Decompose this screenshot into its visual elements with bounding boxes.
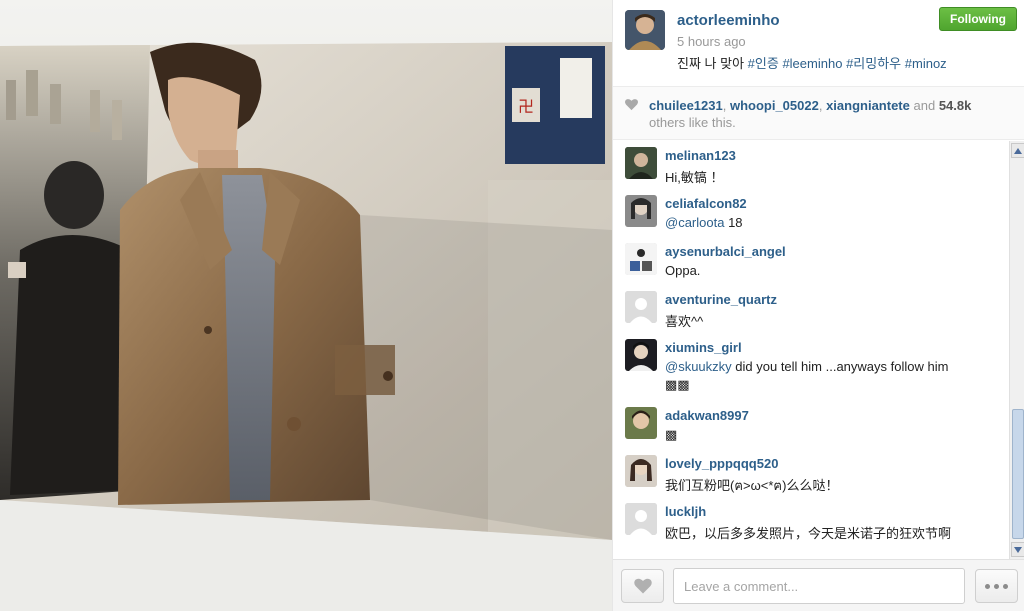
more-options-button[interactable] <box>975 569 1018 603</box>
post-photo: 卍 <box>0 0 612 611</box>
likes-suffix: others like this. <box>649 115 736 130</box>
comment-text: @skuukzky did you tell him ...anyways fo… <box>665 359 948 374</box>
scrollbar-thumb[interactable] <box>1012 409 1024 539</box>
commenter-username[interactable]: xiumins_girl <box>665 340 742 355</box>
commenter-avatar[interactable] <box>625 291 657 323</box>
post-header: actorleeminho 5 hours ago 진짜 나 맞아 #인증 #l… <box>613 0 1024 86</box>
default-avatar-icon <box>625 503 657 535</box>
hashtag-link[interactable]: #리밍하우 <box>846 56 901 71</box>
default-avatar-icon <box>625 291 657 323</box>
comment-item: melinan123 Hi,敏镐 ！ <box>613 141 1009 189</box>
liker-link[interactable]: whoopi_05022 <box>730 98 819 113</box>
comment-item: aventurine_quartz 喜欢^^ <box>613 285 1009 333</box>
commenter-avatar[interactable] <box>625 195 657 227</box>
like-button[interactable] <box>621 569 664 603</box>
comment-list: melinan123 Hi,敏镐 ！ celiafalcon82 @carloo… <box>613 141 1024 559</box>
likes-count[interactable]: 54.8k <box>939 98 972 113</box>
heart-icon <box>625 99 638 111</box>
comment-item: aysenurbalci_angel Oppa. <box>613 237 1009 285</box>
comment-text-body: 18 <box>724 215 743 230</box>
comment-footer <box>613 559 1024 611</box>
comment-text: 我们互粉吧(ฅ>ω<*ฅ)么么哒！ <box>665 478 839 493</box>
comment-text-body: did you tell him ...anyways follow him <box>731 359 949 374</box>
hashtag-link[interactable]: #인증 <box>748 56 779 71</box>
post-caption: 진짜 나 맞아 #인증 #leeminho #리밍하우 #minoz <box>677 53 947 72</box>
commenter-avatar[interactable] <box>625 147 657 179</box>
commenter-avatar-image <box>625 339 657 371</box>
commenter-avatar[interactable] <box>625 407 657 439</box>
post-viewer: 卍 actorleeminho 5 hours ago 진짜 나 맞아 #인증 … <box>0 0 1024 611</box>
commenter-avatar[interactable] <box>625 455 657 487</box>
comment-text: Oppa. <box>665 263 701 278</box>
post-timestamp: 5 hours ago <box>677 34 746 49</box>
commenter-avatar-image <box>625 147 657 179</box>
comment-text: @carloota 18 <box>665 215 743 230</box>
comment-item: celiafalcon82 @carloota 18 <box>613 189 1009 237</box>
commenter-username[interactable]: adakwan8997 <box>665 408 749 423</box>
commenter-username[interactable]: luckljh <box>665 504 706 519</box>
commenter-avatar-image <box>625 455 657 487</box>
comment-item: xiumins_girl @skuukzky did you tell him … <box>613 333 1009 397</box>
comment-item: lovely_pppqqq520 我们互粉吧(ฅ>ω<*ฅ)么么哒！ <box>613 449 1009 497</box>
commenter-username[interactable]: celiafalcon82 <box>665 196 747 211</box>
hashtag-link[interactable]: #leeminho <box>782 56 842 71</box>
likes-and: and <box>913 98 936 113</box>
mention-link[interactable]: @carloota <box>665 215 724 230</box>
commenter-username[interactable]: melinan123 <box>665 148 736 163</box>
author-avatar[interactable] <box>625 10 665 50</box>
svg-text:卍: 卍 <box>518 97 534 116</box>
post-sidebar: actorleeminho 5 hours ago 진짜 나 맞아 #인증 #l… <box>612 0 1024 611</box>
chevron-up-icon <box>1014 147 1022 154</box>
commenter-avatar-image <box>625 195 657 227</box>
liker-link[interactable]: xiangniantete <box>826 98 910 113</box>
likes-text: chuilee1231, whoopi_05022, xiangniantete… <box>649 98 972 130</box>
commenter-avatar[interactable] <box>625 339 657 371</box>
comments-scrollbar[interactable] <box>1009 141 1024 559</box>
comment-input[interactable] <box>673 568 965 604</box>
likes-summary: chuilee1231, whoopi_05022, xiangniantete… <box>613 86 1024 140</box>
author-avatar-image <box>625 10 665 50</box>
commenter-username[interactable]: aysenurbalci_angel <box>665 244 786 259</box>
comment-item: adakwan8997 ▩ <box>613 401 1009 449</box>
comment-item: luckljh 欧巴，以后多多发照片，今天是米诺子的狂欢节啊 <box>613 497 1009 545</box>
commenter-username[interactable]: aventurine_quartz <box>665 292 777 307</box>
commenter-username[interactable]: lovely_pppqqq520 <box>665 456 778 471</box>
commenter-avatar[interactable] <box>625 503 657 535</box>
comment-text: 喜欢^^ <box>665 314 704 329</box>
scroll-down-button[interactable] <box>1011 542 1024 557</box>
more-options-icon <box>985 583 1008 589</box>
comment-text: ▩ <box>665 427 678 442</box>
liker-link[interactable]: chuilee1231 <box>649 98 723 113</box>
photo-image: 卍 <box>0 0 612 611</box>
following-button[interactable]: Following <box>939 7 1017 31</box>
heart-icon <box>633 578 652 594</box>
author-username[interactable]: actorleeminho <box>677 12 780 29</box>
scroll-up-button[interactable] <box>1011 143 1024 158</box>
chevron-down-icon <box>1014 546 1022 553</box>
comment-text: Hi,敏镐 ！ <box>665 170 724 185</box>
commenter-avatar[interactable] <box>625 243 657 275</box>
mention-link[interactable]: @skuukzky <box>665 359 732 374</box>
hashtag-link[interactable]: #minoz <box>905 56 947 71</box>
caption-text: 진짜 나 맞아 <box>677 56 745 71</box>
commenter-avatar-image <box>625 407 657 439</box>
comment-emoji: ▩▩ <box>665 377 690 392</box>
comment-text: 欧巴，以后多多发照片，今天是米诺子的狂欢节啊 <box>665 526 952 541</box>
commenter-avatar-image <box>625 243 657 275</box>
